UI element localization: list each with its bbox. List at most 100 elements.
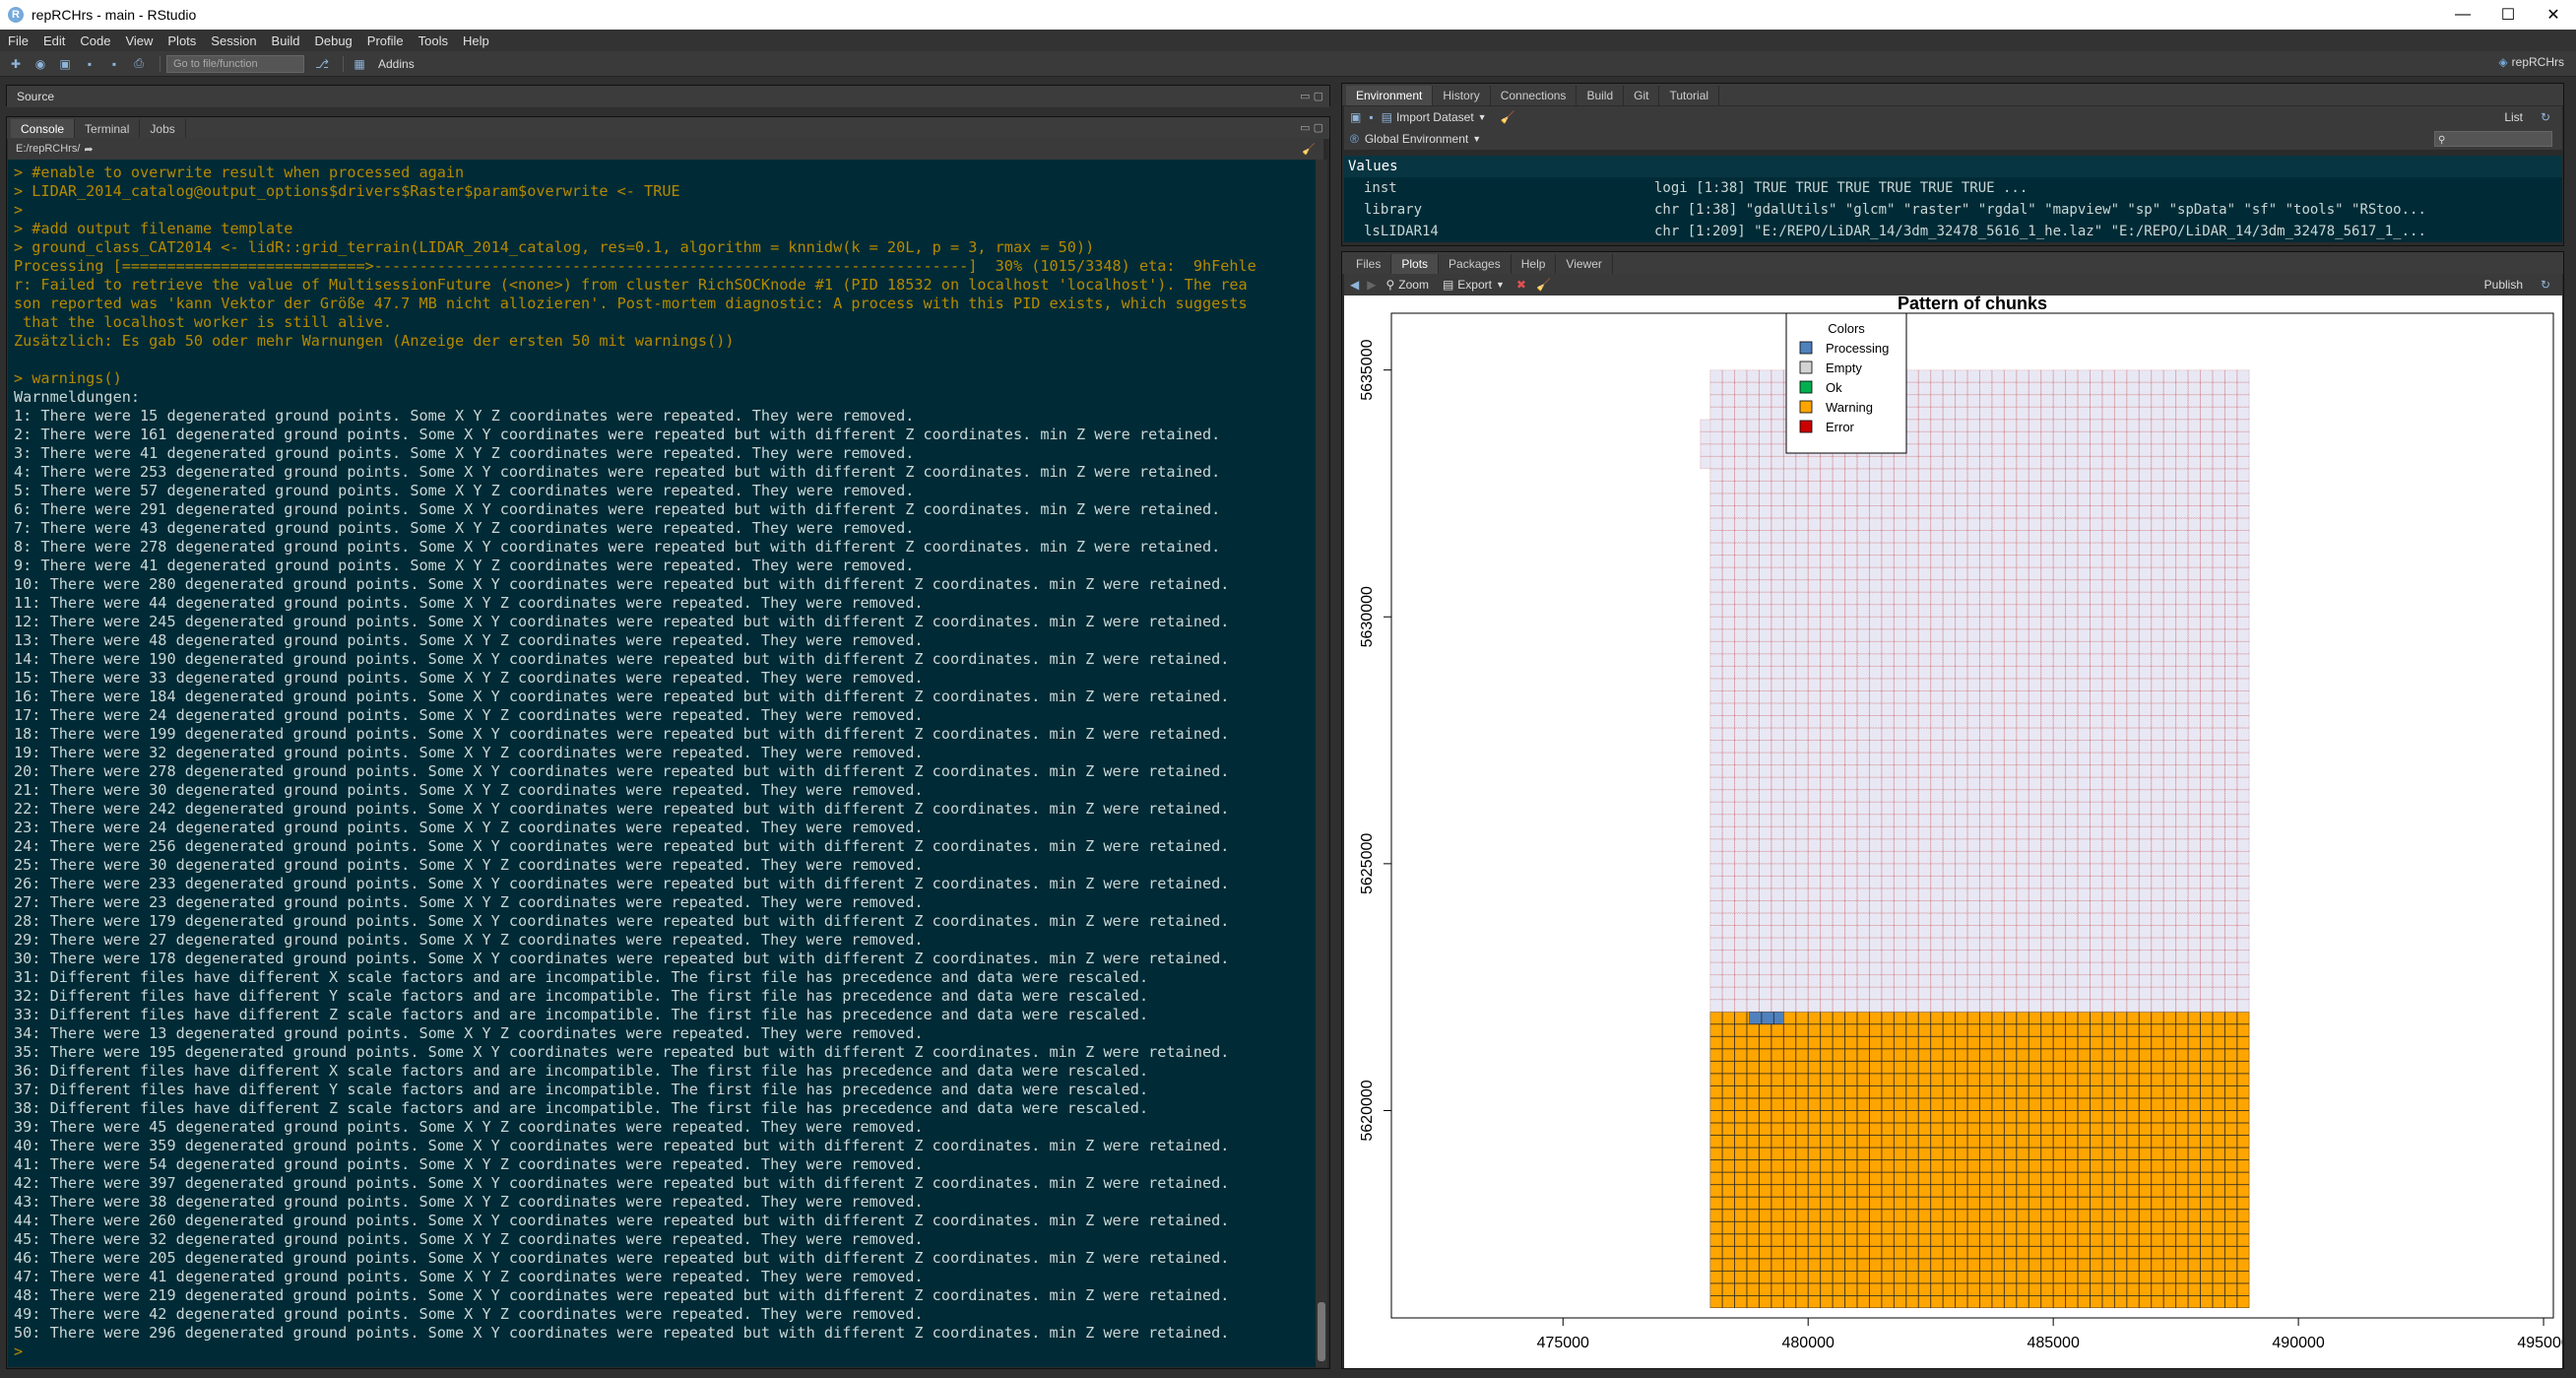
y-tick-label: 5620000	[1359, 1080, 1376, 1141]
window-title: repRCHrs - main - RStudio	[32, 7, 197, 23]
search-icon: ⚲	[2438, 135, 2446, 146]
console-line: 17: There were 24 degenerated ground poi…	[14, 706, 924, 724]
menu-file[interactable]: File	[8, 33, 29, 48]
view-mode-list[interactable]: List	[2504, 110, 2523, 124]
env-row[interactable]: library chr [1:38] "gdalUtils" "glcm" "ra…	[1344, 199, 2562, 221]
tab-packages[interactable]: Packages	[1439, 254, 1512, 274]
save-icon[interactable]: ▪	[80, 55, 99, 73]
console-line: 30: There were 178 degenerated ground po…	[14, 950, 1230, 967]
console-line: >	[14, 1343, 24, 1360]
env-var-name: lsLIDAR14	[1364, 224, 1439, 239]
print-icon[interactable]: ⎙	[129, 55, 149, 73]
export-button[interactable]: Export	[1457, 278, 1492, 292]
menu-code[interactable]: Code	[80, 33, 110, 48]
refresh-icon[interactable]: ↻	[2541, 110, 2550, 124]
console-line: 48: There were 219 degenerated ground po…	[14, 1286, 1230, 1304]
legend-swatch-error	[1799, 420, 1813, 433]
plot-area: Pattern of chunks 475000 480000 485000 49000…	[1344, 294, 2570, 1368]
pane-layout-icon[interactable]: ▦	[350, 55, 369, 73]
title-bar: R repRCHrs - main - RStudio — ☐ ✕	[0, 0, 2576, 30]
clear-objects-icon[interactable]: 🧹	[1501, 110, 1515, 124]
console-line: 35: There were 195 degenerated ground po…	[14, 1043, 1230, 1061]
console-line: 2: There were 161 degenerated ground poi…	[14, 426, 1221, 443]
scrollbar-thumb[interactable]	[1318, 1302, 1325, 1361]
console-line: 21: There were 30 degenerated ground poi…	[14, 781, 924, 799]
new-file-icon[interactable]: ✚	[6, 55, 26, 73]
console-line: 44: There were 260 degenerated ground po…	[14, 1212, 1230, 1229]
addins-menu[interactable]: Addins	[378, 57, 415, 71]
load-workspace-icon[interactable]: ▣	[1350, 110, 1361, 124]
legend-entry-processing: Processing	[1826, 341, 1889, 356]
console-line: >	[14, 201, 24, 219]
zoom-button[interactable]: Zoom	[1398, 278, 1429, 292]
tab-environment[interactable]: Environment	[1346, 86, 1434, 105]
minimize-button[interactable]: —	[2440, 0, 2485, 30]
console-scrollbar[interactable]	[1316, 160, 1327, 1367]
console-line: 37: Different files have different Y sca…	[14, 1081, 1149, 1098]
menu-debug[interactable]: Debug	[314, 33, 352, 48]
toolbar-divider	[343, 55, 344, 72]
back-arrow-icon[interactable]: ◀	[1350, 278, 1359, 292]
menu-plots[interactable]: Plots	[167, 33, 196, 48]
console-output[interactable]: > #enable to overwrite result when proce…	[8, 160, 1323, 1367]
menu-view[interactable]: View	[125, 33, 153, 48]
version-control-icon[interactable]: ⎇	[312, 55, 332, 73]
publish-button[interactable]: Publish	[2484, 278, 2523, 292]
console-line: 20: There were 278 degenerated ground po…	[14, 762, 1230, 780]
goto-file-input[interactable]: Go to file/function	[166, 54, 304, 73]
tab-git[interactable]: Git	[1624, 86, 1660, 105]
clear-plots-icon[interactable]: 🧹	[1536, 278, 1551, 292]
console-path: E:/repRCHrs/	[16, 143, 81, 155]
tab-console[interactable]: Console	[11, 119, 76, 139]
env-var-value: chr [1:38] "gdalUtils" "glcm" "raster" "…	[1654, 202, 2426, 218]
menu-session[interactable]: Session	[211, 33, 256, 48]
tab-build[interactable]: Build	[1577, 86, 1625, 105]
environment-scope-select[interactable]: Global Environment	[1365, 132, 1468, 146]
save-workspace-icon[interactable]: ▪	[1369, 110, 1373, 124]
menu-build[interactable]: Build	[272, 33, 300, 48]
open-file-icon[interactable]: ▣	[55, 55, 75, 73]
remove-plot-icon[interactable]: ✖	[1516, 278, 1526, 292]
env-row[interactable]: lsLIDAR14 chr [1:209] "E:/REPO/LiDAR_14/3…	[1344, 221, 2562, 242]
console-line: 24: There were 256 degenerated ground po…	[14, 837, 1230, 855]
tab-viewer[interactable]: Viewer	[1556, 254, 1613, 274]
menu-tools[interactable]: Tools	[419, 33, 448, 48]
tab-jobs[interactable]: Jobs	[140, 119, 186, 139]
chunk-region-warning	[1709, 1012, 2250, 1308]
maximize-button[interactable]: ☐	[2485, 0, 2531, 30]
plots-toolbar: ◀ ▶ ⚲ Zoom ▤ Export ▼ ✖ 🧹 Publish ↻	[1344, 274, 2562, 295]
tab-files[interactable]: Files	[1346, 254, 1392, 274]
menu-help[interactable]: Help	[463, 33, 489, 48]
clear-console-icon[interactable]: 🧹	[1302, 143, 1316, 156]
tab-tutorial[interactable]: Tutorial	[1659, 86, 1720, 105]
pane-maximize-icon[interactable]: ▭ ▢	[1300, 90, 1323, 102]
console-line: 36: Different files have different X sca…	[14, 1062, 1149, 1080]
console-line: Processing [===========================>…	[14, 257, 1256, 275]
console-line: 47: There were 41 degenerated ground poi…	[14, 1268, 924, 1285]
new-project-icon[interactable]: ◉	[31, 55, 50, 73]
menu-profile[interactable]: Profile	[367, 33, 404, 48]
rstudio-window: R repRCHrs - main - RStudio — ☐ ✕ File E…	[0, 0, 2576, 1378]
console-line: that the localhost worker is still alive…	[14, 313, 393, 331]
tab-connections[interactable]: Connections	[1491, 86, 1578, 105]
goto-dir-icon[interactable]: ➦	[84, 143, 93, 156]
env-row[interactable]: inst logi [1:38] TRUE TRUE TRUE TRUE TRUE…	[1344, 177, 2562, 199]
forward-arrow-icon[interactable]: ▶	[1367, 278, 1376, 292]
save-all-icon[interactable]: ▪	[104, 55, 124, 73]
tab-terminal[interactable]: Terminal	[75, 119, 141, 139]
import-dataset-button[interactable]: Import Dataset	[1396, 110, 1474, 124]
project-menu[interactable]: ◈ repRCHrs	[2498, 55, 2564, 69]
close-button[interactable]: ✕	[2531, 0, 2576, 30]
pane-minimize-icon[interactable]: ▭ ▢	[1300, 121, 1323, 134]
console-line: 10: There were 280 degenerated ground po…	[14, 575, 1230, 593]
chunk-region-empty	[1709, 369, 2250, 1013]
tab-help[interactable]: Help	[1512, 254, 1557, 274]
chunk-region-processing	[1749, 1012, 1784, 1024]
console-line: 27: There were 23 degenerated ground poi…	[14, 893, 924, 911]
tab-history[interactable]: History	[1433, 86, 1491, 105]
tab-plots[interactable]: Plots	[1391, 254, 1440, 274]
menu-edit[interactable]: Edit	[43, 33, 65, 48]
environment-search-input[interactable]: ⚲	[2434, 131, 2552, 147]
refresh-icon[interactable]: ↻	[2541, 278, 2550, 292]
